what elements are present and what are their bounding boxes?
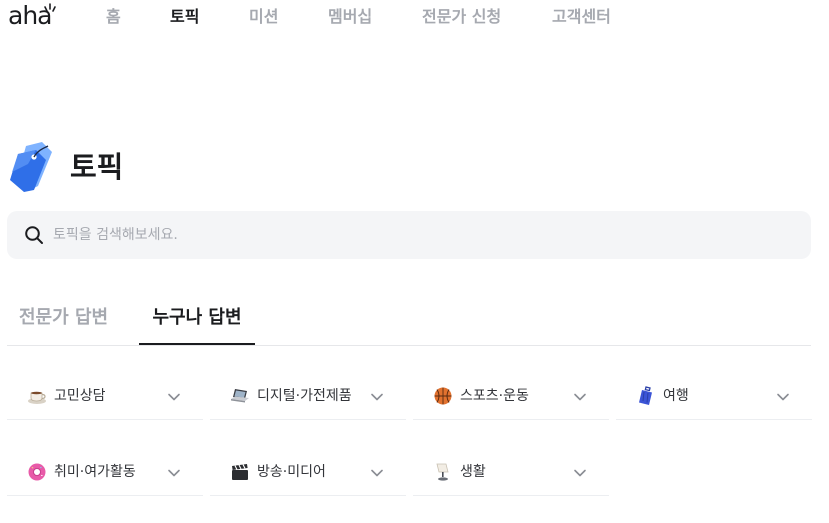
basketball-icon [434,387,452,405]
category-worry-counsel[interactable]: 고민상담 [7,376,203,420]
search-icon [25,226,43,244]
answer-type-tabs: 전문가 답변 누구나 답변 [7,300,811,346]
category-label: 디지털·가전제품 [257,388,352,404]
chevron-down-icon [168,469,180,477]
chevron-down-icon [574,393,586,401]
nav-expert-apply[interactable]: 전문가 신청 [422,6,501,28]
coffee-icon [28,391,46,404]
nav-topic[interactable]: 토픽 [170,6,199,28]
chevron-down-icon [371,469,383,477]
category-sports-exercise[interactable]: 스포츠·운동 [413,376,609,420]
nav-home[interactable]: 홈 [106,6,121,28]
nav-mission[interactable]: 미션 [249,6,278,28]
topic-search-bar [7,211,811,259]
nav-customer-center[interactable]: 고객센터 [552,6,611,28]
category-broadcast-media[interactable]: 방송·미디어 [210,452,406,496]
category-label: 스포츠·운동 [460,388,529,404]
category-digital-appliance[interactable]: 디지털·가전제품 [210,376,406,420]
aha-logo[interactable]: aha [8,3,58,29]
category-label: 취미·여가활동 [54,464,136,480]
chevron-down-icon [777,393,789,401]
suitcase-icon [639,386,652,405]
donut-icon [28,463,46,481]
logo-rays-icon [44,3,56,12]
chevron-down-icon [371,393,383,401]
tab-anyone-answer[interactable]: 누구나 답변 [139,305,255,345]
category-travel[interactable]: 여행 [616,376,812,420]
tag-icon [10,142,52,192]
clapperboard-icon [232,464,248,480]
category-label: 생활 [460,464,486,480]
category-label: 여행 [663,388,689,404]
top-nav: aha 홈 토픽 미션 멤버십 전문가 신청 고객센터 [0,0,829,36]
category-living[interactable]: 생활 [413,452,609,496]
search-input[interactable] [53,220,793,250]
page-title: 토픽 [70,150,124,184]
category-label: 고민상담 [54,388,106,404]
category-hobby-leisure[interactable]: 취미·여가활동 [7,452,203,496]
chevron-down-icon [574,469,586,477]
category-label: 방송·미디어 [257,464,326,480]
nav-membership[interactable]: 멤버십 [328,6,372,28]
tab-expert-answer[interactable]: 전문가 답변 [19,305,108,345]
lamp-icon [436,463,449,481]
chevron-down-icon [168,393,180,401]
laptop-icon [231,389,249,403]
